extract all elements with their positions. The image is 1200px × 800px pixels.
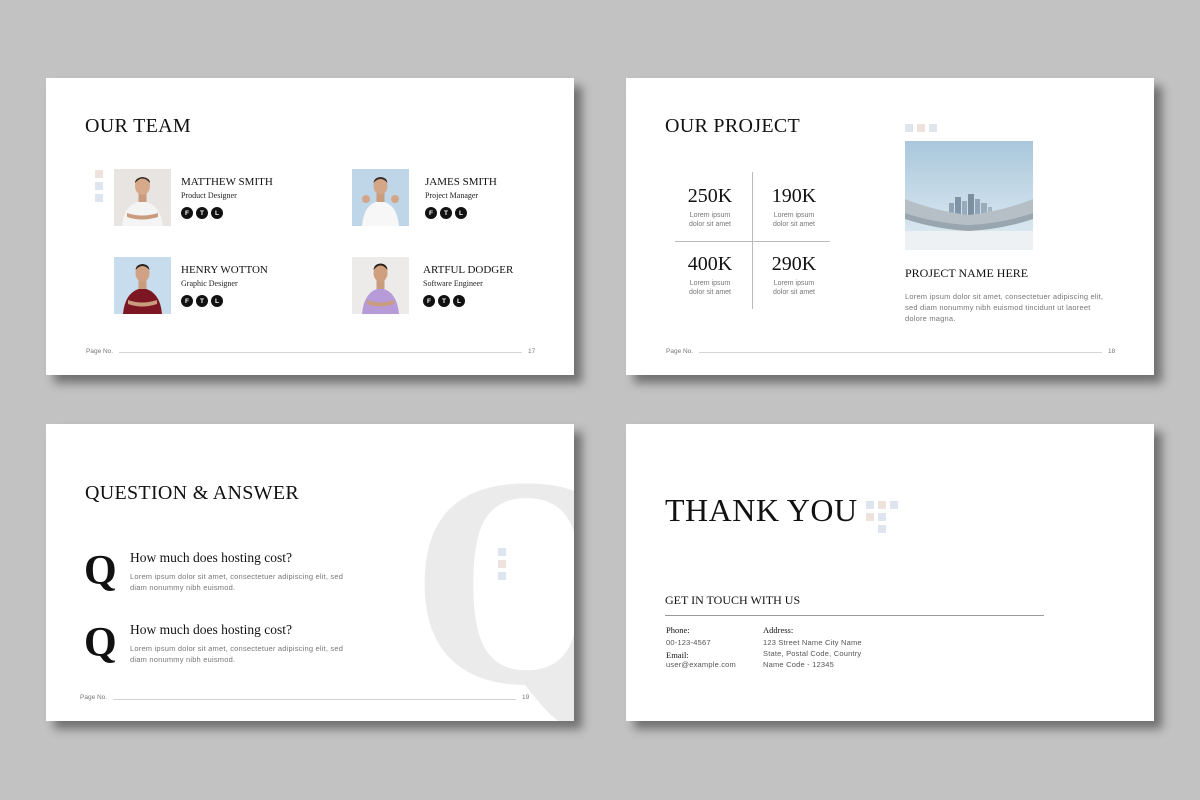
stat-label: Lorem ipsum dolor sit amet bbox=[688, 212, 732, 228]
decor-square bbox=[866, 501, 874, 509]
slide-our-project[interactable]: OUR PROJECT 250K Lorem ipsum dolor sit a… bbox=[626, 78, 1154, 375]
social-links: F T L bbox=[423, 295, 465, 307]
facebook-icon[interactable]: F bbox=[423, 295, 435, 307]
facebook-icon[interactable]: F bbox=[181, 207, 193, 219]
member-name: JAMES SMITH bbox=[425, 176, 497, 188]
thank-you-title: THANK YOU bbox=[665, 492, 858, 528]
stats-divider-horizontal bbox=[675, 241, 830, 242]
footer-page-label: Page No. bbox=[666, 348, 694, 355]
phone-value: 00-123-4567 bbox=[666, 638, 711, 647]
decor-square bbox=[890, 501, 898, 509]
project-image bbox=[905, 141, 1033, 250]
member-role: Software Engineer bbox=[423, 279, 483, 288]
slide-thank-you[interactable]: THANK YOU GET IN TOUCH WITH US Phone: 00… bbox=[626, 424, 1154, 721]
footer-divider bbox=[699, 352, 1102, 353]
social-links: F T L bbox=[425, 207, 467, 219]
linkedin-icon[interactable]: L bbox=[455, 207, 467, 219]
faq-question: How much does hosting cost? bbox=[130, 550, 292, 565]
project-description: Lorem ipsum dolor sit amet, consectetuer… bbox=[905, 292, 1104, 323]
decor-square bbox=[878, 525, 886, 533]
contact-divider bbox=[665, 615, 1044, 616]
decor-square bbox=[498, 560, 506, 568]
ghost-q-letter: Q bbox=[410, 424, 574, 721]
twitter-icon[interactable]: T bbox=[438, 295, 450, 307]
footer-page-label: Page No. bbox=[80, 694, 108, 701]
decor-square bbox=[905, 124, 913, 132]
facebook-icon[interactable]: F bbox=[425, 207, 437, 219]
decor-square bbox=[878, 513, 886, 521]
decor-square bbox=[95, 194, 103, 202]
team-member-photo bbox=[352, 169, 409, 226]
social-links: F T L bbox=[181, 295, 223, 307]
team-member-photo bbox=[114, 257, 171, 314]
decor-square bbox=[929, 124, 937, 132]
address-line: State, Postal Code, Country bbox=[763, 649, 862, 658]
twitter-icon[interactable]: T bbox=[196, 207, 208, 219]
member-role: Graphic Designer bbox=[181, 279, 238, 288]
slide-title: OUR PROJECT bbox=[665, 115, 800, 137]
slide-title: QUESTION & ANSWER bbox=[85, 482, 299, 504]
stat-label: Lorem ipsum dolor sit amet bbox=[772, 280, 816, 296]
decor-square bbox=[878, 501, 886, 509]
member-role: Product Designer bbox=[181, 191, 237, 200]
linkedin-icon[interactable]: L bbox=[453, 295, 465, 307]
faq-question: How much does hosting cost? bbox=[130, 622, 292, 637]
page-number: 17 bbox=[528, 348, 536, 355]
stat-label: Lorem ipsum dolor sit amet bbox=[772, 212, 816, 228]
address-label: Address: bbox=[763, 625, 794, 635]
project-name: PROJECT NAME HERE bbox=[905, 266, 1029, 280]
page-number: 19 bbox=[522, 694, 530, 701]
member-name: HENRY WOTTON bbox=[181, 264, 268, 276]
decor-square bbox=[917, 124, 925, 132]
phone-label: Phone: bbox=[666, 625, 690, 635]
faq-answer: Lorem ipsum dolor sit amet, consectetuer… bbox=[130, 572, 344, 592]
q-marker: Q bbox=[84, 548, 117, 594]
slide-title: OUR TEAM bbox=[85, 115, 191, 137]
member-role: Project Manager bbox=[425, 191, 479, 200]
slide-our-team[interactable]: OUR TEAM MATTHEW SMITH Product Designer … bbox=[46, 78, 574, 375]
slide-question-answer[interactable]: Q QUESTION & ANSWER Q How much does host… bbox=[46, 424, 574, 721]
stat-value: 400K bbox=[687, 253, 733, 275]
twitter-icon[interactable]: T bbox=[196, 295, 208, 307]
decor-square bbox=[498, 572, 506, 580]
stat-label: Lorem ipsum dolor sit amet bbox=[688, 280, 732, 296]
address-line: 123 Street Name City Name bbox=[763, 638, 862, 647]
footer-divider bbox=[119, 352, 522, 353]
decor-square bbox=[95, 182, 103, 190]
stat-value: 290K bbox=[771, 253, 817, 275]
footer-page-label: Page No. bbox=[86, 348, 114, 355]
member-name: ARTFUL DODGER bbox=[423, 264, 514, 276]
faq-answer: Lorem ipsum dolor sit amet, consectetuer… bbox=[130, 644, 344, 664]
q-marker: Q bbox=[84, 620, 117, 666]
footer-divider bbox=[113, 699, 516, 700]
address-line: Name Code - 12345 bbox=[763, 660, 834, 669]
linkedin-icon[interactable]: L bbox=[211, 207, 223, 219]
decor-square bbox=[866, 513, 874, 521]
facebook-icon[interactable]: F bbox=[181, 295, 193, 307]
contact-heading: GET IN TOUCH WITH US bbox=[665, 593, 801, 607]
decor-square bbox=[95, 170, 103, 178]
twitter-icon[interactable]: T bbox=[440, 207, 452, 219]
stat-value: 250K bbox=[687, 185, 733, 207]
team-member-photo bbox=[114, 169, 171, 226]
email-value[interactable]: user@example.com bbox=[666, 659, 736, 670]
stat-value: 190K bbox=[771, 185, 817, 207]
page-number: 18 bbox=[1108, 348, 1116, 355]
social-links: F T L bbox=[181, 207, 223, 219]
decor-square bbox=[498, 548, 506, 556]
member-name: MATTHEW SMITH bbox=[181, 176, 273, 188]
team-member-photo bbox=[352, 257, 409, 314]
linkedin-icon[interactable]: L bbox=[211, 295, 223, 307]
